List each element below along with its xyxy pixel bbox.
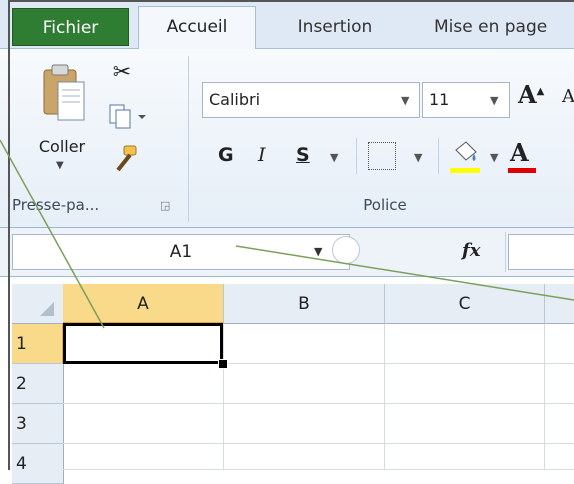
font-color-button[interactable]: A — [510, 138, 529, 167]
fill-handle[interactable] — [218, 359, 228, 369]
format-painter-icon[interactable] — [110, 144, 140, 174]
borders-icon[interactable] — [368, 142, 396, 170]
button-separator — [438, 138, 439, 174]
bold-button[interactable]: G — [218, 144, 234, 166]
cell-c2[interactable] — [385, 364, 545, 404]
cell-d1[interactable] — [545, 324, 574, 364]
italic-button[interactable]: I — [258, 144, 266, 166]
chevron-down-icon[interactable]: ▼ — [490, 94, 498, 107]
active-cell-outline[interactable] — [63, 323, 223, 364]
row-header-4[interactable]: 4 — [12, 444, 64, 484]
row-header-2[interactable]: 2 — [12, 364, 64, 404]
column-header-d[interactable] — [545, 284, 574, 324]
cell-a4[interactable] — [63, 444, 224, 470]
paste-icon[interactable] — [40, 62, 88, 124]
grow-font-label: A — [518, 80, 537, 109]
chevron-down-icon[interactable]: ▼ — [401, 94, 409, 107]
column-header-a[interactable]: A — [63, 284, 224, 324]
cut-icon[interactable]: ✂ — [108, 60, 136, 88]
chevron-down-icon[interactable]: ▼ — [490, 151, 498, 164]
group-separator — [188, 56, 189, 222]
cell-a3[interactable] — [63, 404, 224, 444]
row-header-3[interactable]: 3 — [12, 404, 64, 444]
select-all-corner[interactable] — [12, 284, 64, 324]
copy-icon[interactable] — [108, 103, 148, 131]
cell-c1[interactable] — [385, 324, 545, 364]
chevron-down-icon[interactable]: ▼ — [330, 151, 338, 164]
chevron-down-icon[interactable]: ▼ — [414, 151, 422, 164]
fill-color-swatch — [450, 168, 480, 173]
underline-button[interactable]: S — [296, 144, 310, 166]
row-header-1[interactable]: 1 — [12, 324, 64, 364]
cell-b2[interactable] — [224, 364, 385, 404]
font-name-dropdown[interactable]: Calibri — [202, 82, 420, 118]
cell-b3[interactable] — [224, 404, 385, 444]
name-box[interactable]: A1 — [12, 234, 350, 270]
column-header-c[interactable]: C — [385, 284, 545, 324]
shrink-font-button[interactable]: A — [562, 86, 574, 107]
button-separator — [356, 138, 357, 174]
cell-a2[interactable] — [63, 364, 224, 404]
insert-function-icon[interactable]: fx — [462, 240, 480, 261]
formula-bar-separator — [505, 232, 506, 272]
tab-file[interactable]: Fichier — [12, 8, 129, 46]
paste-dropdown-arrow[interactable]: ▼ — [56, 160, 64, 171]
cell-d4[interactable] — [545, 444, 574, 470]
formula-input[interactable] — [508, 234, 574, 270]
tab-insert[interactable]: Insertion — [270, 8, 400, 46]
font-group-label: Police — [363, 196, 407, 214]
select-all-triangle-icon — [40, 302, 54, 316]
cell-c4[interactable] — [385, 444, 545, 470]
column-header-b[interactable]: B — [224, 284, 385, 324]
cell-b4[interactable] — [224, 444, 385, 470]
cell-c3[interactable] — [385, 404, 545, 444]
font-color-swatch — [508, 168, 536, 173]
paste-button-label[interactable]: Coller — [26, 137, 98, 156]
formula-bar-resize-handle[interactable] — [332, 236, 360, 264]
clipboard-dialog-launcher-icon[interactable]: ◲ — [160, 199, 170, 212]
tab-page-layout[interactable]: Mise en page — [434, 8, 574, 46]
cell-d2[interactable] — [545, 364, 574, 404]
clipboard-group-label: Presse-pa... — [12, 196, 100, 214]
chevron-down-icon[interactable]: ▼ — [314, 245, 322, 258]
cell-d3[interactable] — [545, 404, 574, 444]
grow-font-button[interactable]: A▲ — [518, 80, 544, 109]
tab-home[interactable]: Accueil — [138, 6, 256, 49]
cell-b1[interactable] — [224, 324, 385, 364]
shrink-font-label: A — [562, 86, 574, 107]
